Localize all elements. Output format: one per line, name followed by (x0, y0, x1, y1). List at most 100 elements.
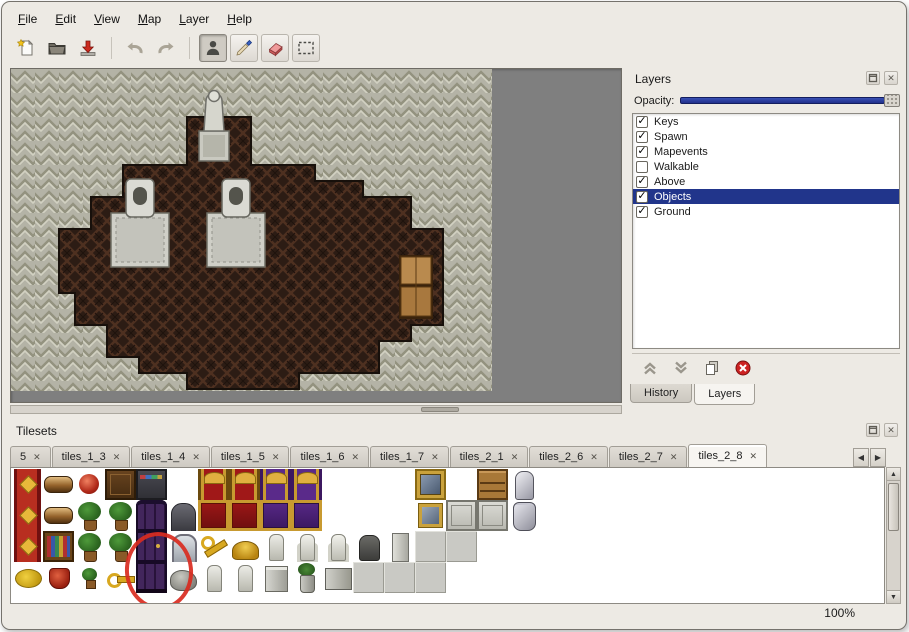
eraser-tool-button[interactable] (261, 34, 289, 62)
tab-scroll-right-icon[interactable]: ▶ (870, 448, 886, 467)
tab-close-icon[interactable]: ✕ (749, 451, 757, 462)
layer-row-ground[interactable]: ✓Ground (633, 204, 899, 219)
tile-blank[interactable] (353, 469, 384, 500)
close-panel-icon[interactable]: ✕ (884, 71, 898, 85)
tile-books[interactable] (43, 531, 74, 562)
menu-item-map[interactable]: Map (130, 10, 169, 28)
tab-close-icon[interactable]: ✕ (511, 452, 519, 463)
save-button[interactable] (74, 34, 102, 62)
tile-blank[interactable] (446, 562, 477, 593)
new-map-button[interactable] (12, 34, 40, 62)
tile-blank[interactable] (508, 531, 539, 562)
menu-item-file[interactable]: File (10, 10, 45, 28)
lower-layer-button[interactable] (670, 357, 692, 379)
tab-close-icon[interactable]: ✕ (272, 452, 280, 463)
tile-blank[interactable] (384, 500, 415, 531)
tileset-tab-tiles_2_7[interactable]: tiles_2_7✕ (609, 446, 688, 467)
tile-loom[interactable] (43, 469, 74, 500)
select-tool-button[interactable] (292, 34, 320, 62)
tileset-vertical-scrollbar[interactable]: ▲ ▼ (886, 467, 901, 604)
tileset-tab-tiles_1_3[interactable]: tiles_1_3✕ (52, 446, 131, 467)
tile-dresser[interactable] (477, 469, 508, 500)
float-panel-icon[interactable] (866, 71, 880, 85)
tileset-tab-tiles_1_5[interactable]: tiles_1_5✕ (211, 446, 290, 467)
tile-tile-gray[interactable] (415, 531, 446, 562)
scroll-up-icon[interactable]: ▲ (887, 468, 900, 481)
map-horizontal-scrollbar[interactable] (10, 405, 622, 414)
tileset-tab-tiles_1_6[interactable]: tiles_1_6✕ (290, 446, 369, 467)
layer-row-above[interactable]: ✓Above (633, 174, 899, 189)
menu-item-layer[interactable]: Layer (171, 10, 217, 28)
tile-bananas[interactable] (12, 562, 43, 593)
tile-throne-red-seat[interactable] (229, 500, 260, 531)
tileset-tab-5[interactable]: 5✕ (10, 446, 51, 467)
map-viewport[interactable] (10, 68, 622, 403)
tile-gargoyle[interactable] (353, 531, 384, 562)
tile-blank[interactable] (322, 500, 353, 531)
tile-vase-plant[interactable] (291, 562, 322, 593)
tile-arch-dark[interactable] (167, 500, 198, 531)
tile-statue-white[interactable] (260, 531, 291, 562)
tile-tomb[interactable] (384, 531, 415, 562)
tileset-tab-tiles_2_8[interactable]: tiles_2_8✕ (688, 444, 767, 467)
tileset-tab-tiles_1_4[interactable]: tiles_1_4✕ (131, 446, 210, 467)
stamp-tool-button[interactable] (199, 34, 227, 62)
tile-cabinet-gray[interactable] (477, 500, 508, 531)
map-horizontal-scrollbar-thumb[interactable] (421, 407, 459, 412)
layer-visibility-checkbox[interactable]: ✓ (636, 191, 648, 203)
tile-tile-gray[interactable] (446, 531, 477, 562)
menu-item-view[interactable]: View (86, 10, 128, 28)
tile-banner-red[interactable] (12, 531, 43, 562)
tile-banner-red[interactable] (12, 500, 43, 531)
tile-tomb-base[interactable] (322, 562, 353, 593)
delete-layer-button[interactable] (732, 357, 754, 379)
tile-throne-purple-seat[interactable] (260, 500, 291, 531)
tileset-tab-tiles_2_6[interactable]: tiles_2_6✕ (529, 446, 608, 467)
tile-blank[interactable] (167, 469, 198, 500)
tab-close-icon[interactable]: ✕ (670, 452, 678, 463)
tile-plant[interactable] (105, 500, 136, 531)
tile-tile-gray[interactable] (353, 562, 384, 593)
menu-item-help[interactable]: Help (219, 10, 260, 28)
tab-close-icon[interactable]: ✕ (113, 452, 121, 463)
tile-blank[interactable] (353, 500, 384, 531)
tab-scroll-left-icon[interactable]: ◀ (853, 448, 869, 467)
tile-blank[interactable] (322, 469, 353, 500)
tile-angel[interactable] (291, 531, 322, 562)
tile-gold-pile[interactable] (229, 531, 260, 562)
dock-tab-history[interactable]: History (630, 384, 692, 403)
layer-visibility-checkbox[interactable] (636, 161, 648, 173)
layer-visibility-checkbox[interactable]: ✓ (636, 146, 648, 158)
layer-row-walkable[interactable]: Walkable (633, 159, 899, 174)
tile-pot-red[interactable] (43, 562, 74, 593)
tile-cabinet-dark[interactable] (105, 469, 136, 500)
close-panel-icon[interactable]: ✕ (884, 423, 898, 437)
tile-throne-red-seat[interactable] (198, 500, 229, 531)
map-canvas[interactable] (11, 69, 492, 391)
tile-door-purple-top[interactable] (136, 500, 167, 531)
layer-visibility-checkbox[interactable]: ✓ (636, 116, 648, 128)
tile-blank[interactable] (508, 562, 539, 593)
redo-button[interactable] (152, 34, 180, 62)
layer-visibility-checkbox[interactable]: ✓ (636, 176, 648, 188)
layer-visibility-checkbox[interactable]: ✓ (636, 206, 648, 218)
brush-tool-button[interactable] (230, 34, 258, 62)
tileset-scrollbar-thumb[interactable] (888, 483, 899, 531)
tile-pedestal[interactable] (260, 562, 291, 593)
tile-cushion[interactable] (74, 469, 105, 500)
tab-close-icon[interactable]: ✕ (192, 452, 200, 463)
tile-plant[interactable] (74, 500, 105, 531)
menu-item-edit[interactable]: Edit (47, 10, 84, 28)
tile-throne-red[interactable] (198, 469, 229, 500)
scroll-down-icon[interactable]: ▼ (887, 590, 900, 603)
tile-blank[interactable] (446, 469, 477, 500)
tile-throne-purple[interactable] (260, 469, 291, 500)
tile-throne-purple[interactable] (291, 469, 322, 500)
opacity-slider[interactable] (680, 94, 900, 107)
tile-tile-gray[interactable] (384, 562, 415, 593)
tileset-content[interactable] (10, 467, 885, 604)
tab-close-icon[interactable]: ✕ (352, 452, 360, 463)
layer-visibility-checkbox[interactable]: ✓ (636, 131, 648, 143)
tab-close-icon[interactable]: ✕ (431, 452, 439, 463)
tile-armor2[interactable] (508, 500, 539, 531)
